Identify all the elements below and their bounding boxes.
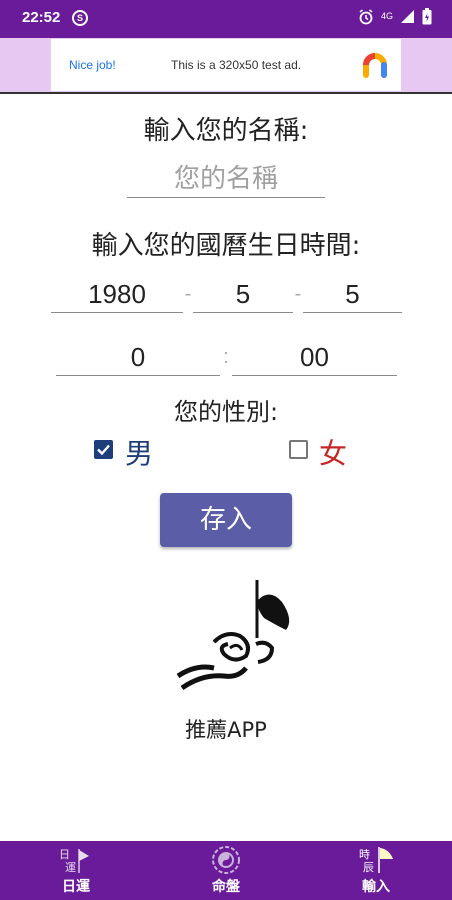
svg-text:日: 日 [59,848,70,861]
hour-input[interactable]: 0 [56,340,220,376]
network-type: 4G [380,11,393,21]
day-input[interactable]: 5 [303,277,402,313]
birth-label: 輸入您的國曆生日時間: [91,231,361,261]
destiny-chart-icon [212,846,240,874]
header-divider [0,92,452,94]
daily-fortune-icon: 日 運 [59,848,89,874]
date-separator: - [294,283,302,305]
month-input[interactable]: 5 [193,277,293,313]
svg-text:辰: 辰 [363,861,374,874]
svg-text:運: 運 [65,861,76,874]
test-ad[interactable]: Nice job! This is a 320x50 test ad. [51,39,401,91]
bottom-nav: 日 運 日運 命盤 時 辰 輸入 [0,841,452,900]
ad-nice-job: Nice job! [69,58,116,72]
minute-input[interactable]: 00 [232,340,397,376]
gender-label: 您的性別: [173,398,279,426]
ad-logo-icon [363,53,387,78]
male-checkbox[interactable] [94,440,113,459]
name-label: 輸入您的名稱: [143,116,309,146]
nav-chart[interactable]: 命盤 [166,841,286,900]
status-bar: 22:52 S 4G [0,0,452,38]
check-icon [97,444,110,456]
battery-icon [422,8,432,25]
nav-daily-label: 日運 [62,879,90,895]
time-separator: : [223,346,229,368]
male-label[interactable]: 男 [125,432,153,472]
nav-input-label: 輸入 [362,879,390,895]
input-time-icon: 時 辰 [359,847,393,874]
nav-chart-label: 命盤 [212,879,240,895]
nav-input[interactable]: 時 辰 輸入 [316,841,436,900]
svg-text:時: 時 [359,848,370,861]
status-icons: 4G [358,8,432,25]
signal-icon [401,10,414,23]
female-checkbox[interactable] [289,440,308,459]
female-label[interactable]: 女 [319,432,347,472]
name-input[interactable]: 您的名稱 [127,162,325,198]
alarm-icon [359,8,373,24]
nav-daily[interactable]: 日 運 日運 [16,841,136,900]
year-input[interactable]: 1980 [51,277,183,313]
sync-icon: S [72,10,88,26]
save-button[interactable]: 存入 [160,493,292,547]
recommend-app-label[interactable]: 推薦APP [0,714,452,744]
ad-text: This is a 320x50 test ad. [171,58,302,72]
status-time: 22:52 [22,9,61,26]
date-separator: - [184,283,192,305]
ad-banner[interactable]: Nice job! This is a 320x50 test ad. [0,38,452,92]
recommend-app-logo[interactable] [172,578,296,702]
